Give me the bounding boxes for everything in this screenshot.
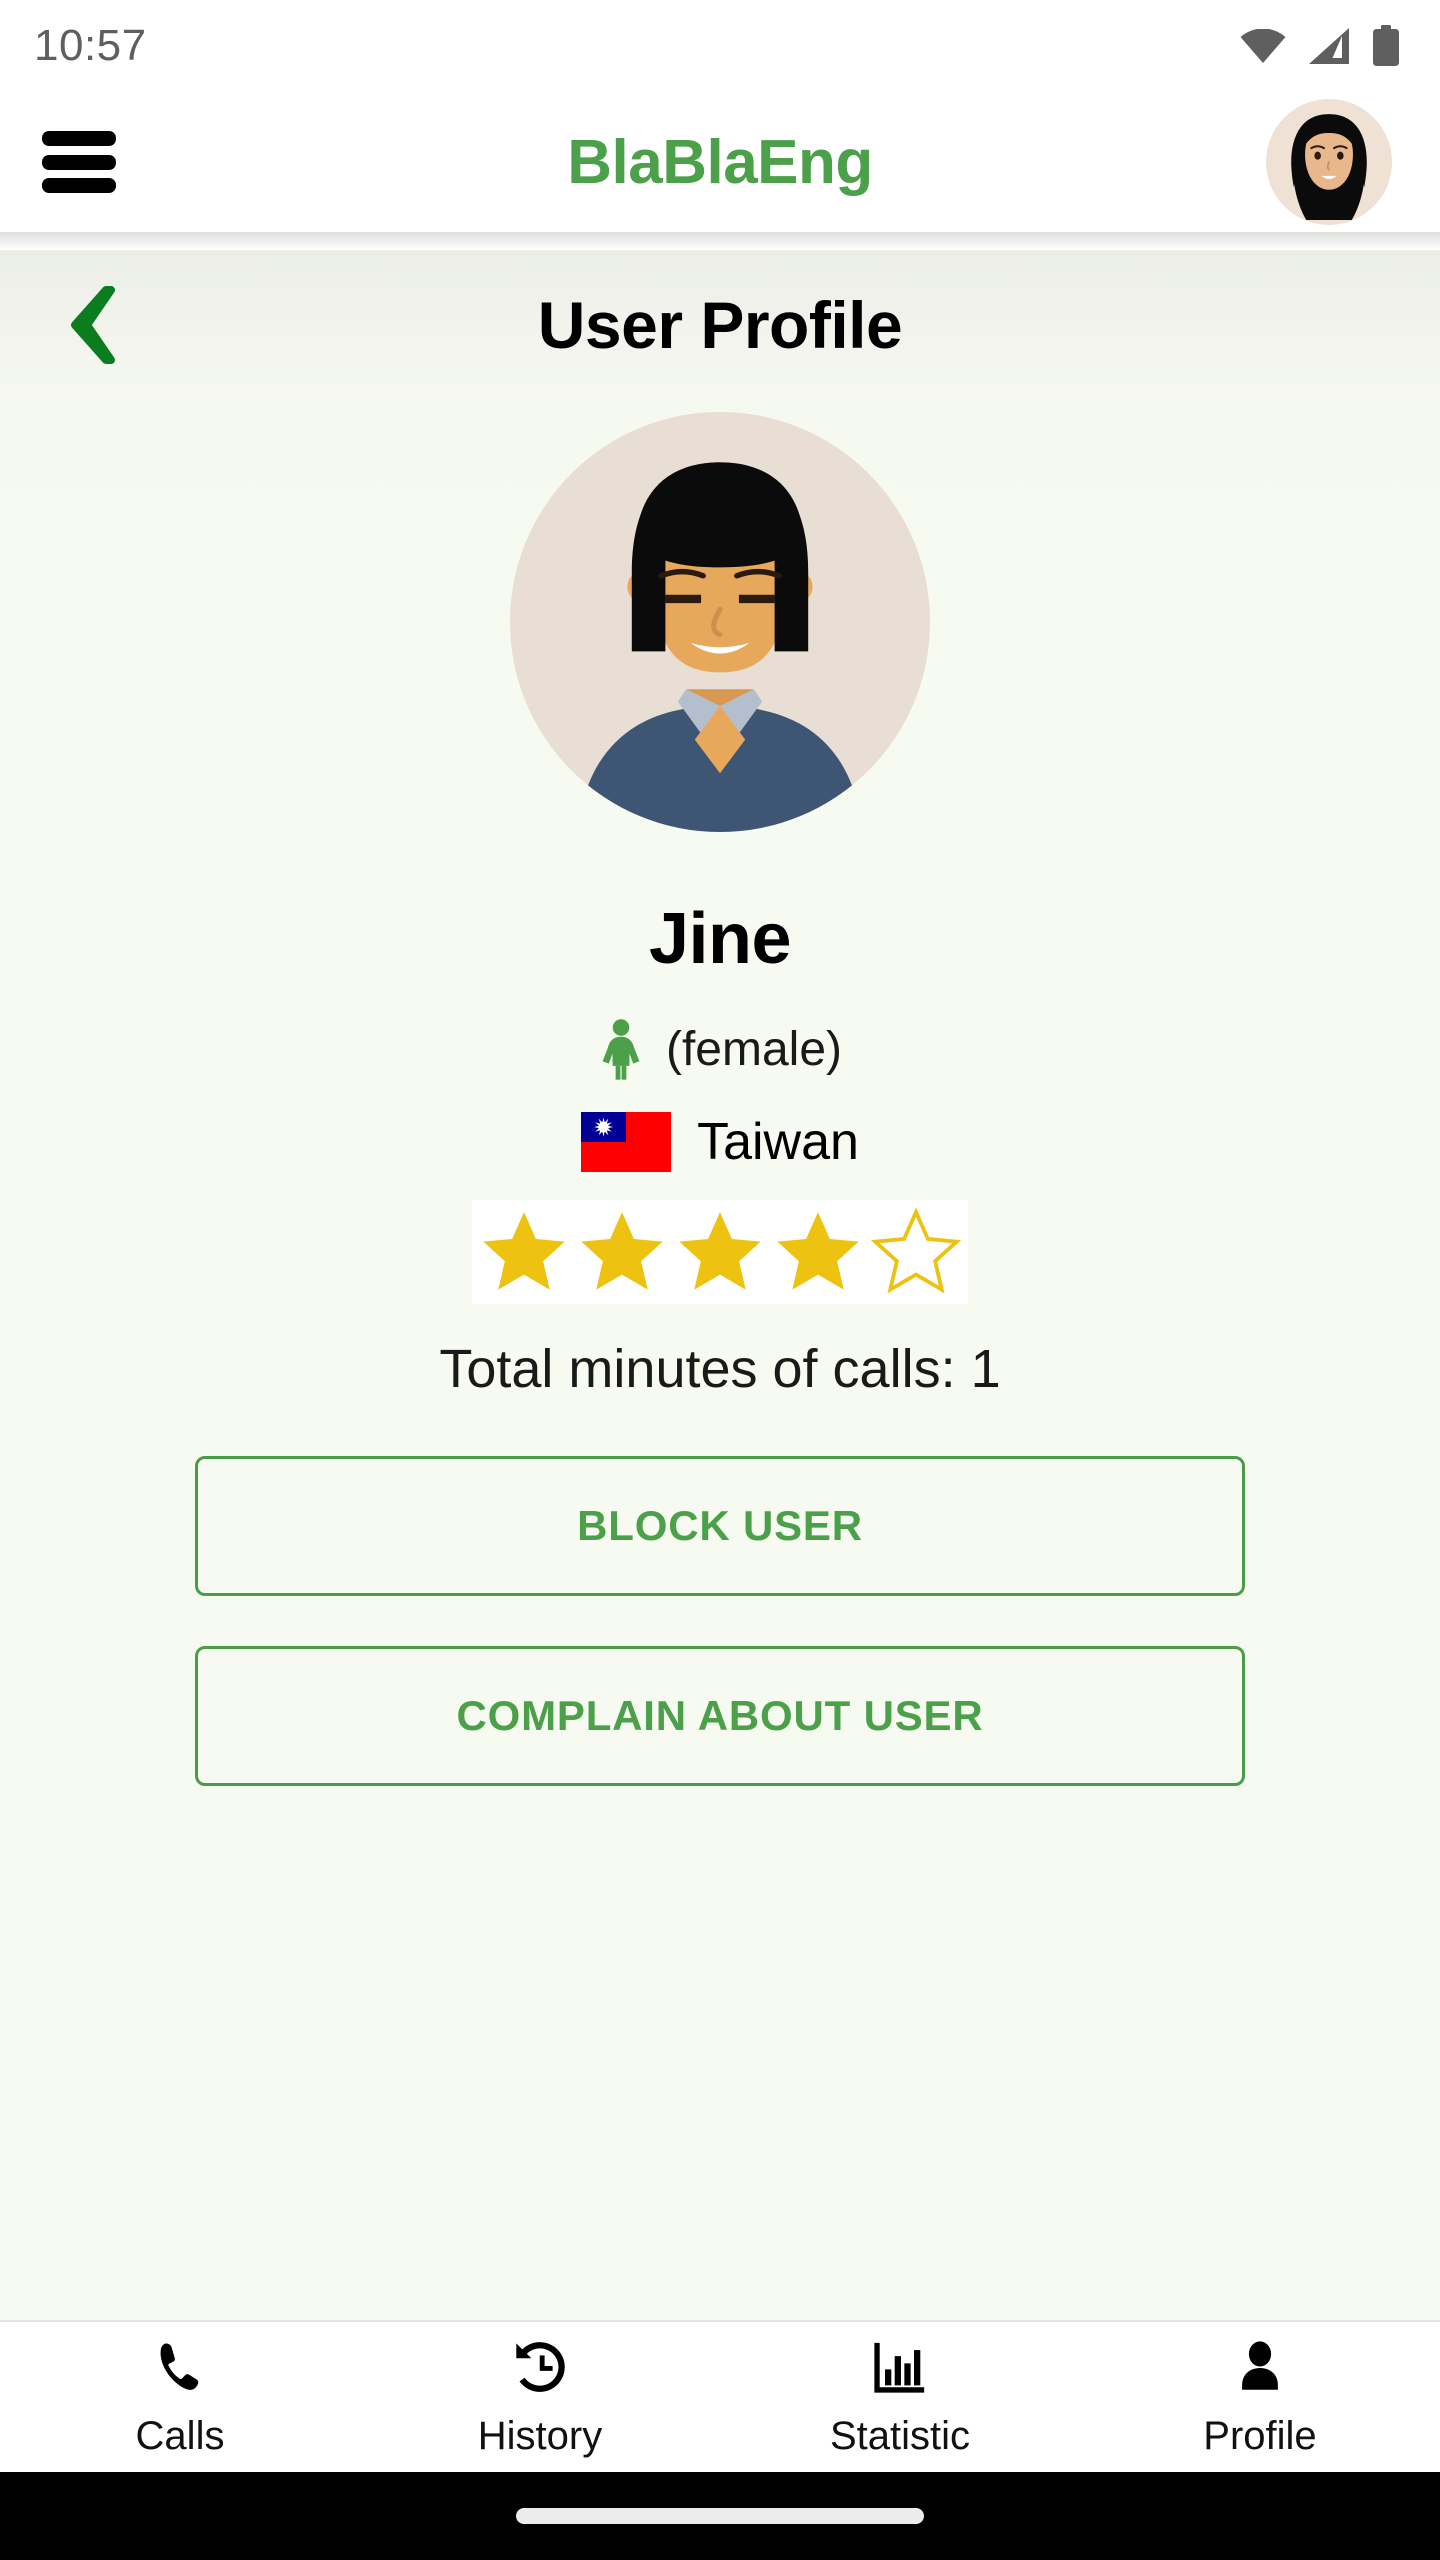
hamburger-bar: [42, 154, 116, 170]
user-avatar-hijab-icon: [1266, 99, 1392, 225]
nav-label-history: History: [477, 2413, 603, 2458]
star-filled-icon: [679, 1212, 761, 1290]
taiwan-flag-icon: [581, 1112, 672, 1172]
page-title-row: User Profile: [0, 250, 1440, 400]
hamburger-menu-icon[interactable]: [42, 131, 116, 193]
person-icon: [1231, 2336, 1289, 2398]
history-clock-icon: [511, 2336, 569, 2398]
nav-item-profile[interactable]: Profile: [1080, 2336, 1440, 2459]
user-name: Jine: [648, 899, 792, 979]
country-row: Taiwan: [581, 1112, 859, 1172]
gender-label: (female): [665, 1022, 843, 1076]
gender-row: (female): [598, 1018, 842, 1080]
cellular-signal-icon: [1308, 27, 1350, 65]
phone-icon: [151, 2336, 209, 2398]
rating-stars: [472, 1200, 968, 1304]
status-time: 10:57: [34, 21, 147, 70]
status-icons: [1240, 25, 1400, 67]
block-user-button[interactable]: BLOCK USER: [195, 1456, 1245, 1596]
hamburger-bar: [42, 131, 116, 146]
star-outline-icon: [870, 1207, 962, 1294]
wifi-icon: [1240, 29, 1286, 63]
phone-screen: 10:57 BlaBlaEng User Profile Jine (femal…: [0, 0, 1440, 2560]
bottom-navigation: Calls History Statistic Profile: [0, 2320, 1440, 2472]
app-header: BlaBlaEng: [0, 92, 1440, 232]
nav-label-statistic: Statistic: [829, 2413, 971, 2458]
chevron-left-icon: [71, 286, 115, 364]
status-bar: 10:57: [0, 0, 1440, 92]
hamburger-bar: [42, 178, 116, 193]
nav-item-statistic[interactable]: Statistic: [720, 2336, 1080, 2459]
total-minutes-label: Total minutes of calls: 1: [439, 1339, 1001, 1399]
gesture-navigation-bar: [0, 2472, 1440, 2560]
battery-icon: [1372, 25, 1400, 67]
action-buttons: BLOCK USER COMPLAIN ABOUT USER: [0, 1456, 1440, 1786]
bar-chart-icon: [871, 2336, 929, 2398]
female-figure-icon: [602, 1019, 640, 1080]
complain-about-user-button[interactable]: COMPLAIN ABOUT USER: [195, 1646, 1245, 1786]
country-label: Taiwan: [697, 1113, 859, 1171]
star-filled-icon: [483, 1212, 565, 1290]
profile-avatar-woman-bob-icon: [510, 412, 930, 832]
nav-item-history[interactable]: History: [360, 2336, 720, 2459]
star-filled-icon: [777, 1212, 859, 1290]
home-indicator[interactable]: [516, 2508, 924, 2524]
nav-label-profile: Profile: [1203, 2413, 1317, 2458]
nav-label-calls: Calls: [135, 2413, 225, 2458]
header-shadow: [0, 232, 1440, 250]
app-brand-title: BlaBlaEng: [567, 127, 873, 197]
header-avatar[interactable]: [1266, 99, 1392, 225]
nav-item-calls[interactable]: Calls: [0, 2336, 360, 2459]
star-filled-icon: [581, 1212, 663, 1290]
page-title: User Profile: [537, 288, 903, 362]
profile-content: User Profile Jine (female) Taiwan Total …: [0, 250, 1440, 2320]
back-button[interactable]: [60, 285, 130, 365]
profile-avatar: [510, 412, 930, 832]
